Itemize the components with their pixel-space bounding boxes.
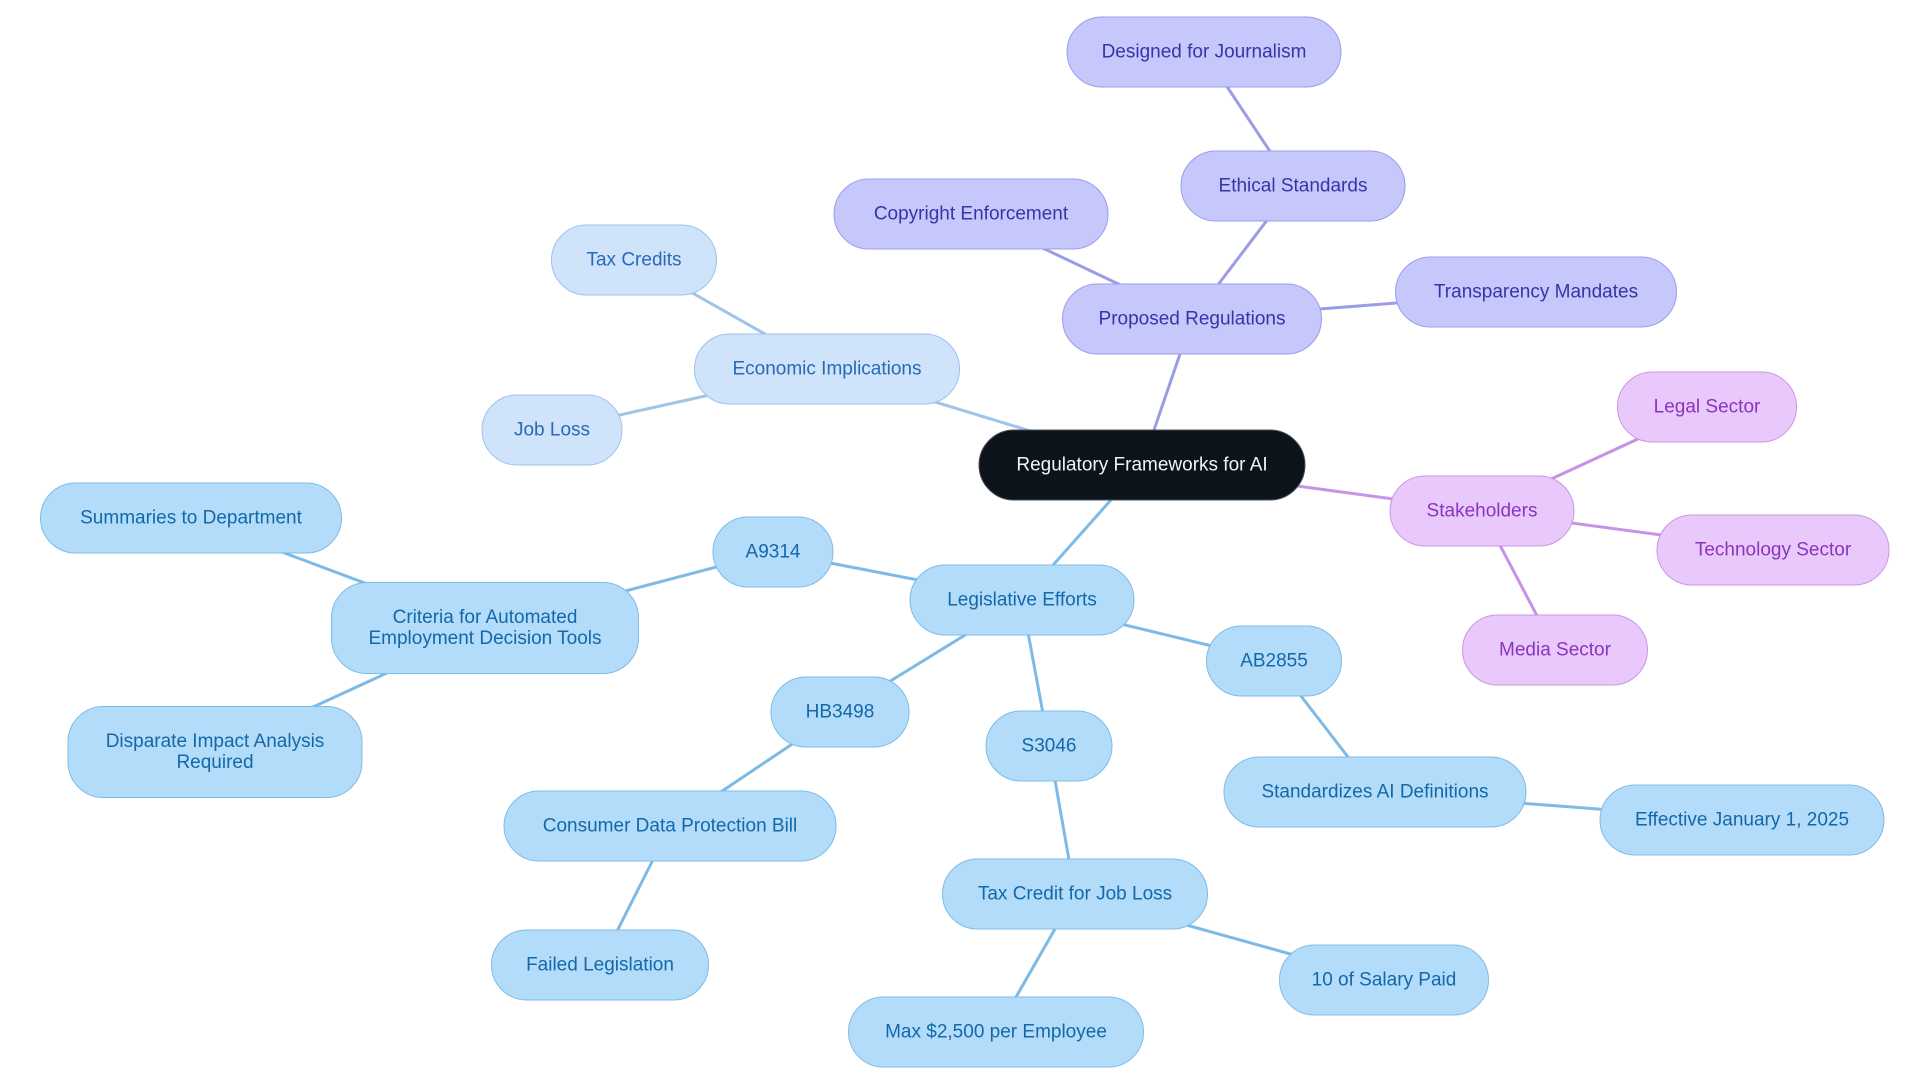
node-ab2855[interactable]: AB2855 (1206, 625, 1342, 697)
node-label: Criteria for Automated Employment Decisi… (368, 607, 602, 649)
node-label: HB3498 (805, 701, 875, 723)
node-criteria[interactable]: Criteria for Automated Employment Decisi… (331, 582, 639, 674)
root-node[interactable]: Regulatory Frameworks for AI (978, 429, 1306, 501)
node-label: Legal Sector (1653, 396, 1761, 418)
node-failed[interactable]: Failed Legislation (491, 929, 709, 1001)
node-label: Job Loss (513, 419, 591, 441)
node-transparency[interactable]: Transparency Mandates (1395, 256, 1677, 328)
node-label: Stakeholders (1426, 500, 1538, 522)
node-s3046[interactable]: S3046 (985, 710, 1113, 782)
node-tech[interactable]: Technology Sector (1656, 514, 1890, 586)
node-legal[interactable]: Legal Sector (1617, 371, 1797, 443)
node-label: Effective January 1, 2025 (1634, 809, 1850, 831)
node-label: Tax Credits (586, 249, 682, 271)
node-a9314[interactable]: A9314 (712, 516, 834, 588)
node-jobloss[interactable]: Job Loss (481, 394, 623, 466)
node-effective[interactable]: Effective January 1, 2025 (1599, 784, 1885, 856)
node-label: AB2855 (1240, 650, 1308, 672)
node-standardizes[interactable]: Standardizes AI Definitions (1223, 756, 1527, 828)
node-summaries[interactable]: Summaries to Department (40, 482, 342, 554)
node-label: Proposed Regulations (1098, 308, 1286, 330)
node-label: Economic Implications (732, 358, 922, 380)
node-label: Tax Credit for Job Loss (977, 883, 1173, 905)
node-label: Regulatory Frameworks for AI (1016, 454, 1268, 476)
node-label: Technology Sector (1694, 539, 1852, 561)
node-hb3498[interactable]: HB3498 (770, 676, 910, 748)
node-label: S3046 (1021, 735, 1077, 757)
node-taxjob[interactable]: Tax Credit for Job Loss (942, 858, 1208, 930)
node-label: Disparate Impact Analysis Required (105, 731, 325, 773)
node-label: Ethical Standards (1218, 175, 1368, 197)
node-label: A9314 (745, 541, 801, 563)
node-label: Designed for Journalism (1101, 41, 1307, 63)
node-label: Copyright Enforcement (873, 203, 1069, 225)
node-salary[interactable]: 10 of Salary Paid (1279, 944, 1489, 1016)
node-disparate[interactable]: Disparate Impact Analysis Required (67, 706, 363, 798)
node-label: Transparency Mandates (1433, 281, 1639, 303)
node-label: Standardizes AI Definitions (1261, 781, 1489, 803)
node-max2500[interactable]: Max $2,500 per Employee (848, 996, 1144, 1068)
node-journalism[interactable]: Designed for Journalism (1066, 16, 1342, 88)
node-media[interactable]: Media Sector (1462, 614, 1648, 686)
node-label: Legislative Efforts (947, 589, 1097, 611)
node-label: Media Sector (1499, 639, 1611, 661)
node-label: Consumer Data Protection Bill (542, 815, 798, 837)
node-label: Max $2,500 per Employee (885, 1021, 1107, 1043)
node-econ[interactable]: Economic Implications (694, 333, 960, 405)
node-label: Failed Legislation (526, 954, 674, 976)
node-label: 10 of Salary Paid (1311, 969, 1457, 991)
node-taxcredits[interactable]: Tax Credits (551, 224, 717, 296)
node-copyright[interactable]: Copyright Enforcement (833, 178, 1109, 250)
node-legis[interactable]: Legislative Efforts (909, 564, 1135, 636)
node-consumer[interactable]: Consumer Data Protection Bill (503, 790, 837, 862)
node-proposed[interactable]: Proposed Regulations (1062, 283, 1322, 355)
node-label: Summaries to Department (80, 507, 302, 529)
node-stakeholders[interactable]: Stakeholders (1389, 475, 1575, 547)
node-ethical[interactable]: Ethical Standards (1180, 150, 1406, 222)
